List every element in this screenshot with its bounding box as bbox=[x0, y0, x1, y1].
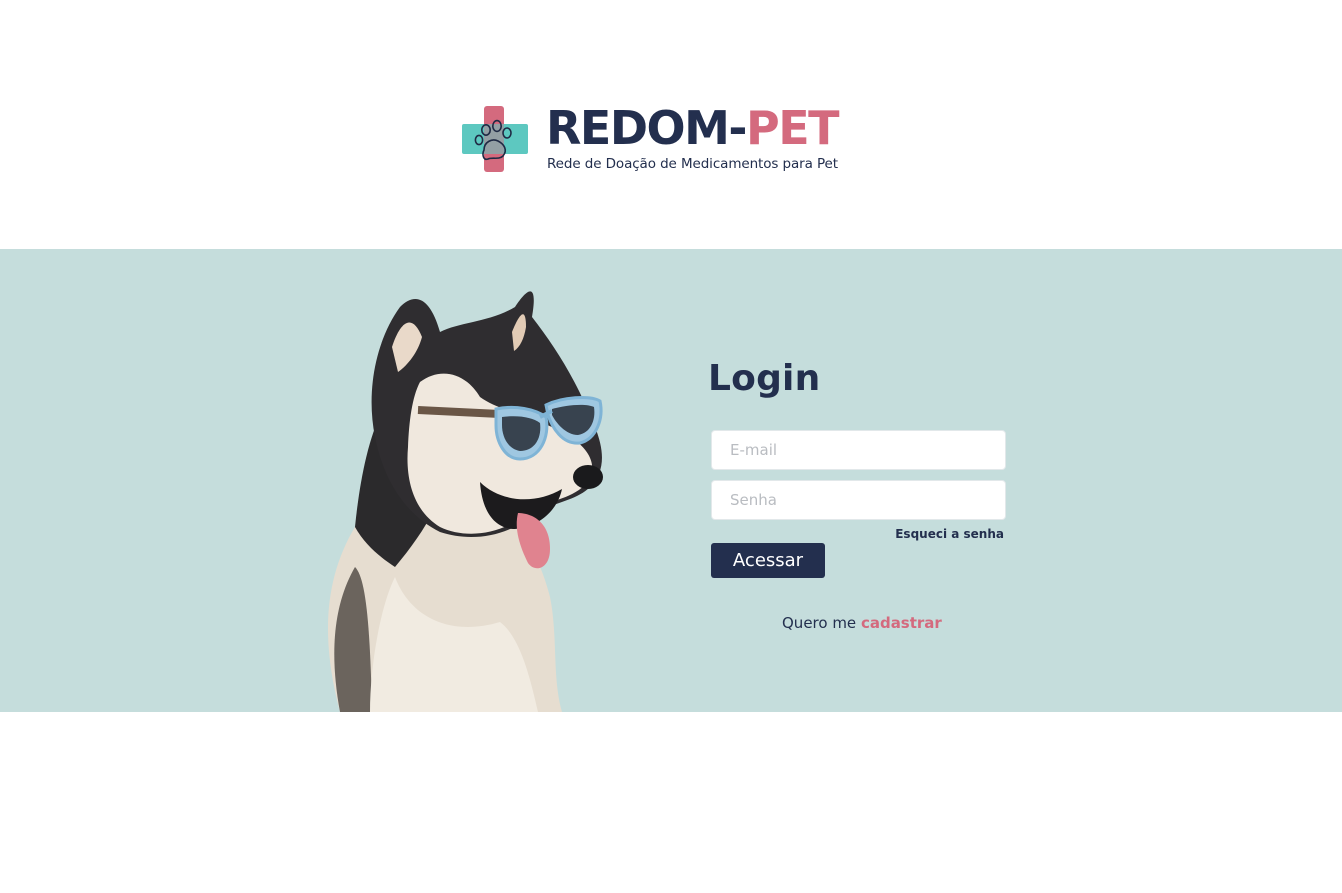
signup-prompt: Quero me cadastrar bbox=[782, 614, 942, 632]
hero-band bbox=[0, 249, 1342, 712]
husky-illustration bbox=[328, 291, 603, 712]
email-input[interactable] bbox=[711, 430, 1006, 470]
brand-tagline: Rede de Doação de Medicamentos para Pet bbox=[547, 156, 838, 172]
brand-name: REDOM-PET bbox=[546, 100, 840, 156]
signup-prefix: Quero me bbox=[782, 614, 861, 632]
signup-link[interactable]: cadastrar bbox=[861, 614, 942, 632]
password-input[interactable] bbox=[711, 480, 1006, 520]
brand-logo: REDOM-PET Rede de Doação de Medicamentos… bbox=[462, 101, 840, 176]
login-title: Login bbox=[708, 358, 821, 399]
login-button[interactable]: Acessar bbox=[711, 543, 825, 578]
paw-cross-icon bbox=[462, 106, 528, 172]
forgot-password-link[interactable]: Esqueci a senha bbox=[895, 527, 1004, 541]
login-page: REDOM-PET Rede de Doação de Medicamentos… bbox=[0, 0, 1342, 893]
brand-name-part1: REDOM- bbox=[546, 101, 748, 155]
brand-name-part2: PET bbox=[746, 101, 840, 155]
